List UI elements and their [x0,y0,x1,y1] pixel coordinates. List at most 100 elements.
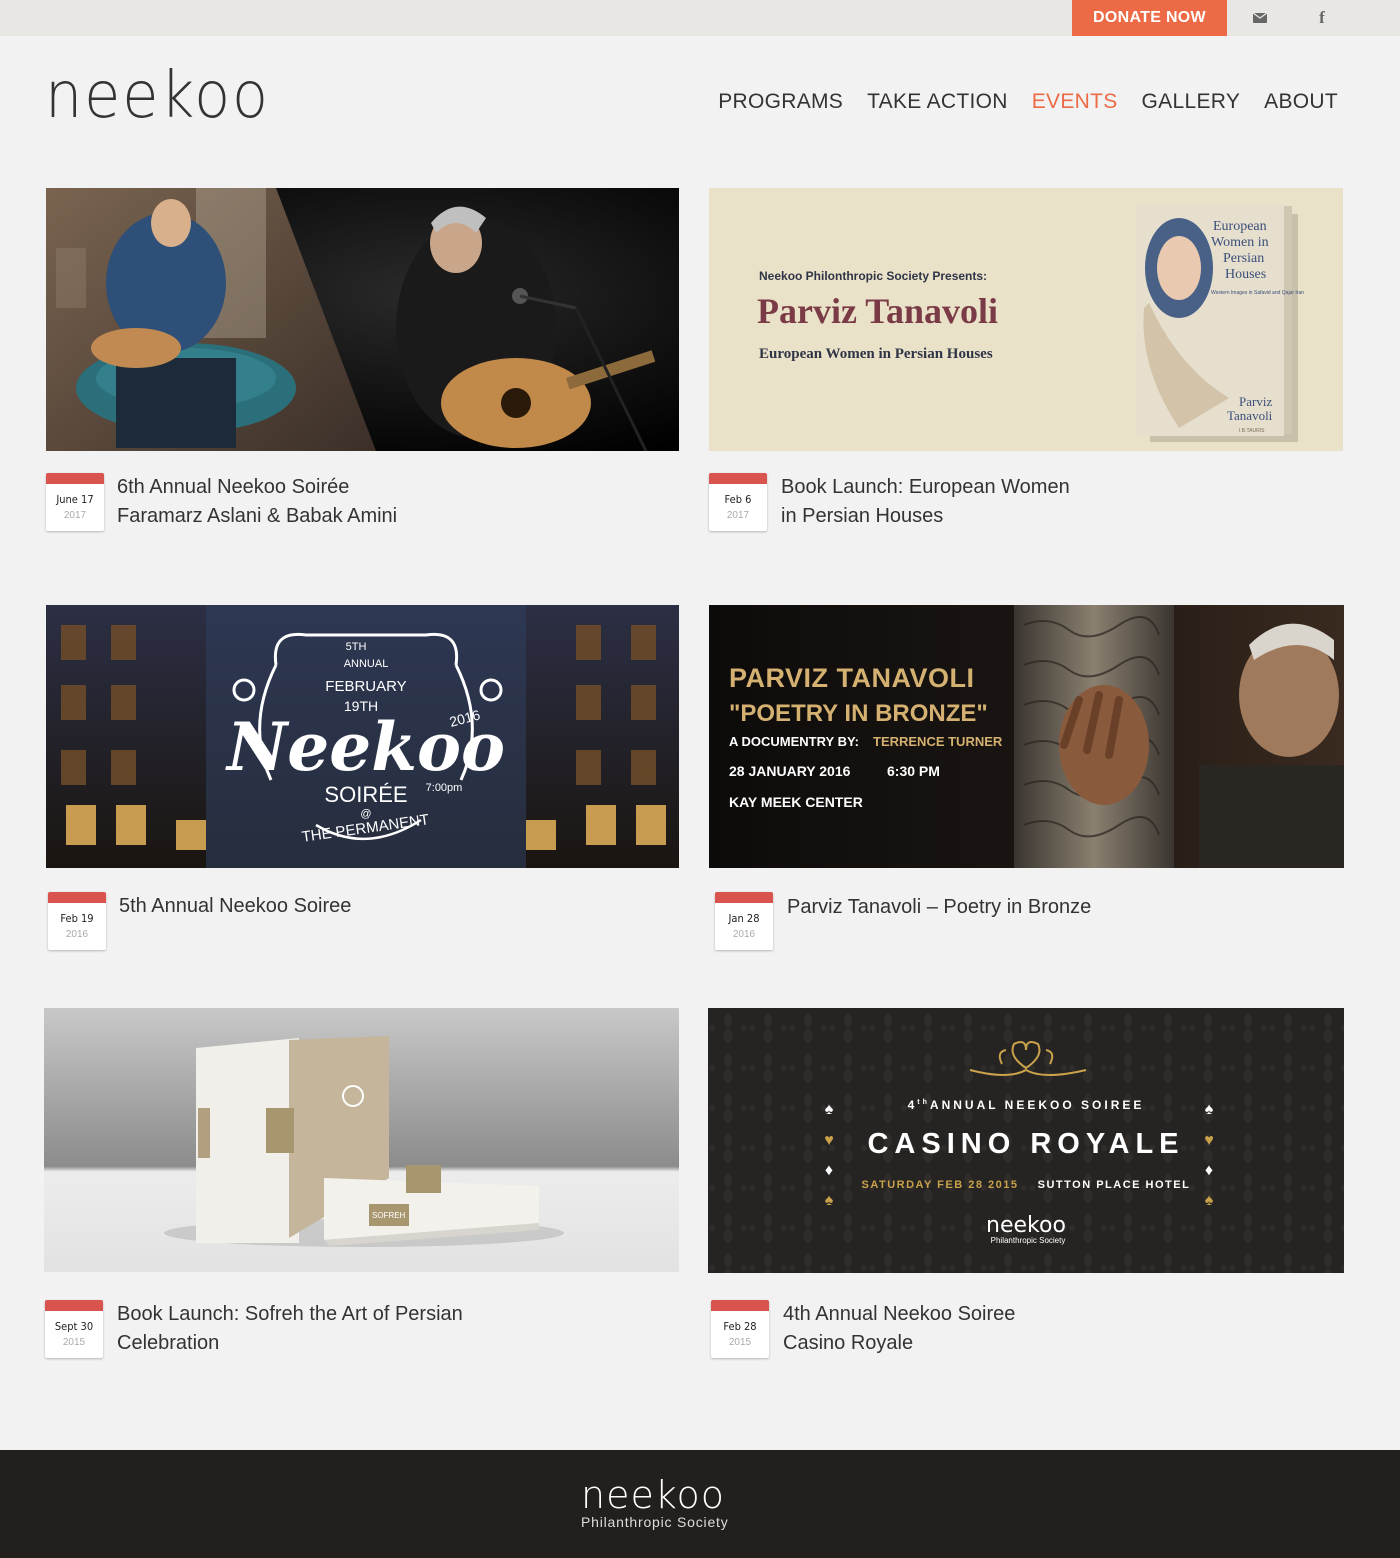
banner-date: SATURDAY FEB 28 2015 [862,1179,1019,1191]
book-title-line: Women in [1211,235,1269,250]
banner-annual-line: 4thANNUAL NEEKOO SOIREE [908,1098,1145,1112]
site-logo[interactable]: neekoo [45,64,289,128]
book-launch-banner: Neekoo Philonthropic Society Presents: P… [709,188,1343,451]
banner-doc-by: A DOCUMENTRY BY: [729,734,859,749]
event-title-line: 4th Annual Neekoo Soiree [783,1303,1016,1325]
event-day: June 17 [56,493,94,506]
nav-events[interactable]: EVENTS [1032,90,1118,114]
banner-line1: PARVIZ TANAVOLI [729,663,975,693]
event-image-soiree-2016[interactable]: 5TH ANNUAL FEBRUARY 19TH 2016 Neekoo SOI… [46,605,679,868]
event-image-soiree-2017[interactable] [46,188,679,451]
calendar-header [711,1300,769,1311]
book-publisher: I.B.TAURIS [1239,428,1265,434]
facebook-icon[interactable]: f [1292,0,1352,36]
event-year: 2015 [728,1337,752,1348]
nav-take-action[interactable]: TAKE ACTION [867,90,1008,114]
calendar-header [46,473,104,484]
event-year: 2017 [726,510,750,521]
top-bar: DONATE NOW f [0,0,1400,36]
event-title[interactable]: 6th Annual Neekoo Soirée Faramarz Aslani… [117,473,397,531]
banner-logo-sub: Philanthropic Society [991,1236,1066,1245]
concert-photo [46,188,679,451]
event-title[interactable]: 5th Annual Neekoo Soiree [119,892,351,921]
banner-month: FEBRUARY [325,678,406,695]
banner-casino-royale: CASINO ROYALE [867,1128,1184,1160]
event-title-line: Book Launch: European Women [781,476,1070,498]
svg-text:♦: ♦ [1205,1162,1213,1179]
banner-ordinal: 5TH [346,641,367,653]
mail-icon[interactable] [1230,0,1290,36]
event-title[interactable]: Parviz Tanavoli – Poetry in Bronze [787,893,1091,922]
footer-logo[interactable]: neekoo Philanthropic Society [581,1476,729,1530]
event-title[interactable]: 4th Annual Neekoo Soiree Casino Royale [783,1300,1015,1358]
event-title[interactable]: Book Launch: Sofreh the Art of Persian C… [117,1300,463,1358]
book-author-line: Tanavoli [1227,408,1273,423]
banner-time: 6:30 PM [887,763,940,779]
svg-text:♠: ♠ [825,1192,834,1209]
event-title-line: Book Launch: Sofreh the Art of Persian [117,1303,463,1325]
poetry-in-bronze-banner: PARVIZ TANAVOLI "POETRY IN BRONZE" A DOC… [709,605,1344,868]
event-title-line: Celebration [117,1332,220,1354]
annual-sup: th [917,1099,930,1106]
banner-logo: neekoo [986,1213,1066,1238]
book-title-line: European [1213,219,1267,234]
footer: neekoo Philanthropic Society [0,1450,1400,1558]
event-date-badge: Feb 28 2015 [711,1300,769,1358]
calendar-header [45,1300,103,1311]
soiree-2016-banner: 5TH ANNUAL FEBRUARY 19TH 2016 Neekoo SOI… [46,605,679,868]
annual-num: 4 [908,1098,918,1112]
event-date-badge: June 17 2017 [46,473,104,531]
banner-soiree: SOIRÉE [324,782,407,807]
svg-text:♠: ♠ [825,1101,834,1118]
event-title-line: 5th Annual Neekoo Soiree [119,895,352,917]
svg-text:♠: ♠ [1205,1101,1214,1118]
donate-now-button[interactable]: DONATE NOW [1072,0,1227,36]
banner-name: Parviz Tanavoli [757,291,998,331]
event-day: Jan 28 [728,912,760,925]
event-date-badge: Feb 19 2016 [48,892,106,950]
nav-about[interactable]: ABOUT [1264,90,1338,114]
book-label: SOFREH [372,1211,406,1220]
event-day: Feb 6 [724,493,752,506]
footer-logo-wordmark: neekoo [581,1473,725,1517]
event-year: 2017 [63,510,87,521]
svg-text:♦: ♦ [825,1162,833,1179]
svg-text:♥: ♥ [824,1132,834,1149]
banner-subtitle: European Women in Persian Houses [759,346,993,362]
banner-annual: ANNUAL [344,658,389,670]
event-title-line: in Persian Houses [781,505,944,527]
event-image-casino-royale[interactable]: 4thANNUAL NEEKOO SOIREE CASINO ROYALE SA… [708,1008,1344,1273]
banner-neekoo: Neekoo [225,708,505,786]
book-title-line: Houses [1225,267,1266,282]
event-image-sofreh[interactable]: SOFREH [44,1008,679,1272]
event-year: 2016 [65,929,89,940]
calendar-header [709,473,767,484]
banner-venue: SUTTON PLACE HOTEL [1038,1179,1191,1191]
event-year: 2016 [732,929,756,940]
annual-text: ANNUAL NEEKOO SOIREE [930,1098,1144,1112]
event-image-poetry-in-bronze[interactable]: PARVIZ TANAVOLI "POETRY IN BRONZE" A DOC… [709,605,1344,868]
event-image-book-launch-2017[interactable]: Neekoo Philonthropic Society Presents: P… [709,188,1343,451]
nav-programs[interactable]: PROGRAMS [718,90,843,114]
event-date-badge: Feb 6 2017 [709,473,767,531]
banner-presents: Neekoo Philonthropic Society Presents: [759,269,987,283]
nav-gallery[interactable]: GALLERY [1142,90,1241,114]
calendar-header [48,892,106,903]
book-title-line: Persian [1223,251,1264,266]
event-day: Feb 19 [60,912,94,925]
event-title-line: Faramarz Aslani & Babak Amini [117,505,398,527]
event-title-line: Parviz Tanavoli – Poetry in Bronze [787,896,1092,918]
event-day: Sept 30 [54,1320,94,1333]
banner-time: 7:00pm [426,782,463,794]
main-nav: PROGRAMS TAKE ACTION EVENTS GALLERY ABOU… [718,90,1338,114]
event-title-line: Casino Royale [783,1332,914,1354]
footer-logo-subtitle: Philanthropic Society [581,1514,729,1530]
svg-text:♥: ♥ [1204,1132,1214,1149]
mail-icon-glyph [1253,13,1267,23]
banner-line2: "POETRY IN BRONZE" [729,700,988,727]
logo-wordmark: neekoo [45,59,270,133]
casino-royale-banner: 4thANNUAL NEEKOO SOIREE CASINO ROYALE SA… [708,1008,1344,1273]
event-title[interactable]: Book Launch: European Women in Persian H… [781,473,1070,531]
event-year: 2015 [62,1337,86,1348]
svg-text:♠: ♠ [1205,1192,1214,1209]
